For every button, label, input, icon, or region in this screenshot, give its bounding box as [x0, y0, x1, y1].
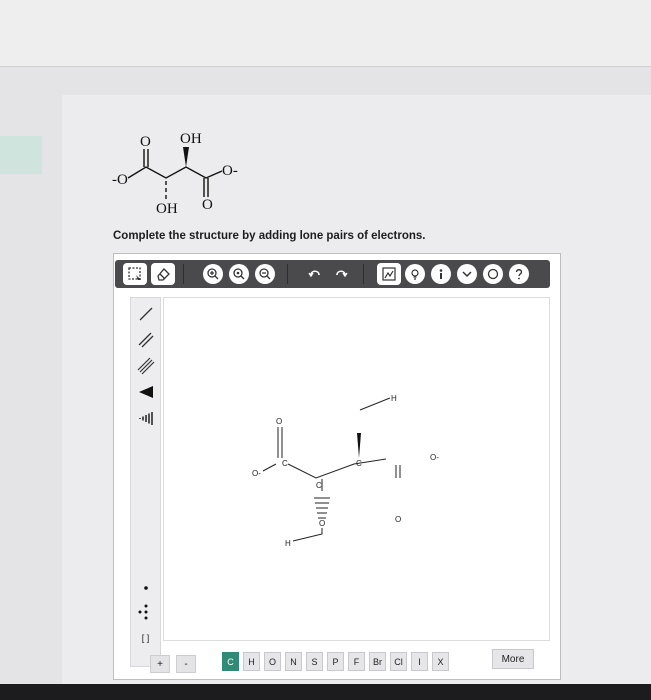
- info-icon[interactable]: [431, 264, 451, 284]
- double-bond-icon[interactable]: [133, 328, 158, 352]
- instructions-text: Complete the structure by adding lone pa…: [113, 230, 426, 242]
- bracket-icon[interactable]: [ ]: [133, 626, 158, 650]
- element-o-button[interactable]: O: [264, 652, 281, 671]
- page-header-area: [0, 0, 651, 66]
- element-n-button[interactable]: N: [285, 652, 302, 671]
- atom-h-1[interactable]: H: [285, 539, 291, 548]
- header-divider: [0, 66, 651, 67]
- label-o-top: O: [140, 134, 151, 150]
- atom-o-minus-1[interactable]: O-: [252, 469, 261, 478]
- element-i-button[interactable]: I: [411, 652, 428, 671]
- progress-indicator: [0, 136, 42, 174]
- label-oh-bottom: OH: [156, 201, 178, 217]
- zoom-out-icon[interactable]: [255, 264, 275, 284]
- redo-icon[interactable]: [331, 264, 351, 284]
- wedge-bond-icon[interactable]: [133, 380, 158, 404]
- screen-bezel: [0, 684, 651, 700]
- element-x-button[interactable]: X: [432, 652, 449, 671]
- element-f-button[interactable]: F: [348, 652, 365, 671]
- label-o-bottom: O: [202, 197, 213, 213]
- element-h-button[interactable]: H: [243, 652, 260, 671]
- element-c-button[interactable]: C: [222, 652, 239, 671]
- toolbar-separator: [363, 264, 364, 284]
- eraser-icon[interactable]: [151, 263, 175, 285]
- single-bond-icon[interactable]: [133, 302, 158, 326]
- atom-o-minus-2[interactable]: O-: [430, 453, 439, 462]
- ring-icon[interactable]: [483, 264, 503, 284]
- triple-bond-icon[interactable]: [133, 354, 158, 378]
- element-selector: C H O N S P F Br Cl I X: [222, 652, 449, 672]
- more-elements-button[interactable]: More: [492, 649, 534, 669]
- atom-c-2[interactable]: C: [316, 481, 322, 490]
- expand-icon[interactable]: [457, 264, 477, 284]
- help-icon[interactable]: [509, 264, 529, 284]
- hash-bond-icon[interactable]: [133, 406, 158, 430]
- zoom-in-icon[interactable]: [203, 264, 223, 284]
- given-molecule: O OH -O O- OH O: [112, 131, 238, 217]
- structure-editor: [ ] O C O- O C H H C O- O + - C H O N S …: [113, 253, 561, 680]
- bond-tools-panel: [ ]: [130, 297, 161, 667]
- toolbar-separator: [183, 264, 184, 284]
- template-icon[interactable]: [377, 263, 401, 285]
- clean-structure-icon[interactable]: [405, 264, 425, 284]
- select-lasso-icon[interactable]: [123, 263, 147, 285]
- lone-pair-icon[interactable]: [133, 600, 158, 624]
- atom-o-2[interactable]: O: [319, 519, 325, 528]
- lone-pair-dot-icon[interactable]: [133, 576, 158, 600]
- element-cl-button[interactable]: Cl: [390, 652, 407, 671]
- label-o-minus-left: -O: [112, 172, 128, 188]
- zoom-reset-icon[interactable]: [229, 264, 249, 284]
- canvas-wedge-bond: [357, 433, 361, 458]
- label-oh-top: OH: [180, 131, 202, 147]
- negative-charge-button[interactable]: -: [176, 655, 196, 673]
- element-s-button[interactable]: S: [306, 652, 323, 671]
- wedge-bond: [183, 147, 189, 167]
- atom-h-2[interactable]: H: [391, 394, 397, 403]
- label-o-minus-right: O-: [222, 163, 238, 179]
- positive-charge-button[interactable]: +: [150, 655, 170, 673]
- editor-toolbar: [115, 260, 550, 288]
- atom-c-3[interactable]: C: [356, 459, 362, 468]
- atom-o-3[interactable]: O: [395, 515, 401, 524]
- undo-icon[interactable]: [305, 264, 325, 284]
- atom-c-1[interactable]: C: [282, 459, 288, 468]
- canvas-molecule: O C O- O C H H C O- O: [252, 394, 439, 548]
- drawing-canvas[interactable]: O C O- O C H H C O- O: [163, 297, 550, 641]
- element-br-button[interactable]: Br: [369, 652, 386, 671]
- element-p-button[interactable]: P: [327, 652, 344, 671]
- atom-o-1[interactable]: O: [276, 417, 282, 426]
- toolbar-separator: [287, 264, 288, 284]
